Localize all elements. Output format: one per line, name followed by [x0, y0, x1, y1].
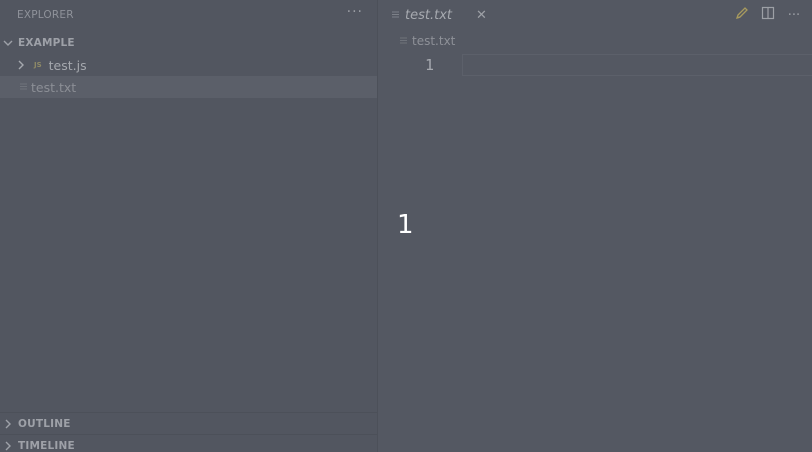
editor-actions: ··· [734, 4, 802, 26]
outline-panel-label: OUTLINE [18, 418, 71, 430]
tab-test-txt[interactable]: test.txt ✕ [392, 3, 487, 27]
timeline-panel-label: TIMELINE [18, 440, 75, 452]
chevron-right-icon [4, 441, 12, 451]
chevron-down-icon [3, 39, 13, 47]
text-file-icon [400, 37, 407, 45]
tree-item-test-txt[interactable]: test.txt [0, 76, 377, 98]
overlay-number: 1 [397, 210, 414, 240]
pencil-icon[interactable] [734, 6, 750, 24]
more-actions-icon[interactable]: ··· [786, 8, 802, 23]
folder-name: EXAMPLE [18, 37, 75, 49]
panel-divider [0, 434, 377, 435]
tree-item-label: test.js [48, 57, 87, 73]
folder-header-example[interactable]: EXAMPLE [0, 33, 377, 53]
tab-label: test.txt [405, 7, 452, 23]
explorer-sidebar: EXPLORER ··· EXAMPLE JS test.js test.txt… [0, 0, 378, 452]
close-tab-icon[interactable]: ✕ [476, 8, 487, 23]
text-file-icon [20, 83, 27, 91]
tree-item-label: test.txt [31, 79, 77, 95]
current-line-highlight[interactable] [462, 54, 812, 76]
vscode-window: EXPLORER ··· EXAMPLE JS test.js test.txt… [0, 0, 812, 452]
breadcrumb[interactable]: test.txt [400, 34, 455, 48]
outline-panel-header[interactable]: OUTLINE [0, 414, 377, 434]
text-file-icon [392, 11, 399, 19]
timeline-panel-header[interactable]: TIMELINE [0, 436, 377, 452]
chevron-right-icon [4, 419, 12, 429]
editor-area: test.txt ✕ ··· test.txt 1 [378, 0, 812, 452]
split-editor-icon[interactable] [760, 6, 776, 24]
explorer-more-actions-icon[interactable]: ··· [347, 4, 363, 20]
chevron-right-icon [17, 60, 25, 70]
line-number: 1 [425, 56, 435, 74]
explorer-title: EXPLORER [17, 9, 74, 21]
breadcrumb-file[interactable]: test.txt [412, 34, 455, 48]
javascript-file-icon: JS [34, 61, 42, 69]
tree-item-test-js[interactable]: JS test.js [0, 54, 377, 76]
panel-divider [0, 412, 377, 413]
explorer-header: EXPLORER ··· [0, 0, 377, 30]
